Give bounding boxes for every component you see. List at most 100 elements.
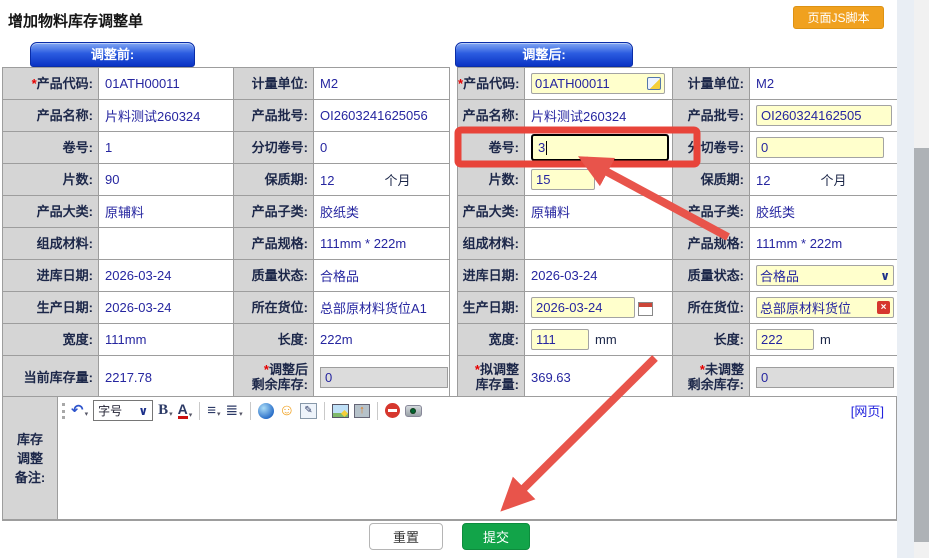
split-roll-no-input[interactable] xyxy=(756,137,884,158)
before-unit-label: 计量单位: xyxy=(234,68,314,100)
chevron-down-icon: ∨ xyxy=(880,269,890,283)
before-shelf-life-label: 保质期: xyxy=(234,164,314,196)
after-length-cell: m xyxy=(750,324,898,356)
after-adjust-qty-value: 369.63 xyxy=(525,356,673,399)
batch-no-input[interactable] xyxy=(756,105,892,126)
before-location-value: 总部原材料货位A1 xyxy=(314,292,450,324)
quality-status-select[interactable]: 合格品∨ xyxy=(756,265,894,286)
after-roll-no-label: 卷号: xyxy=(458,132,525,164)
before-quality-label: 质量状态: xyxy=(234,260,314,292)
block-remote-image-icon[interactable] xyxy=(385,403,400,418)
after-unit-label: 计量单位: xyxy=(673,68,750,100)
before-product-name-label: 产品名称: xyxy=(3,100,99,132)
before-inbound-date-value: 2026-03-24 xyxy=(99,260,234,292)
after-category-label: 产品大类: xyxy=(458,196,525,228)
before-prod-date-label: 生产日期: xyxy=(3,292,99,324)
web-page-link[interactable]: [网页] xyxy=(851,401,884,420)
remark-text-area[interactable] xyxy=(58,424,896,519)
after-pieces-cell xyxy=(525,164,673,196)
before-batch-no-label: 产品批号: xyxy=(234,100,314,132)
after-unadjusted-cell xyxy=(750,356,898,399)
tab-after-adjustment: 调整后: xyxy=(455,42,633,67)
after-product-name-label: 产品名称: xyxy=(458,100,525,132)
after-split-roll-cell xyxy=(750,132,898,164)
before-roll-no-value: 1 xyxy=(99,132,234,164)
footer-bar: 重置 提交 xyxy=(2,520,897,552)
before-length-label: 长度: xyxy=(234,324,314,356)
location-clear-icon[interactable]: × xyxy=(877,301,890,314)
calendar-icon[interactable] xyxy=(638,302,653,316)
insert-image-icon[interactable] xyxy=(332,404,349,418)
pieces-input[interactable] xyxy=(531,169,595,190)
before-current-stock-value: 2217.78 xyxy=(99,356,234,399)
submit-button[interactable]: 提交 xyxy=(462,523,530,550)
before-shelf-life-value: 12个月 xyxy=(314,164,450,196)
before-category-value: 原辅料 xyxy=(99,196,234,228)
after-location-label: 所在货位: xyxy=(673,292,750,324)
product-code-picker-icon[interactable] xyxy=(647,77,661,90)
after-quality-cell: 合格品∨ xyxy=(750,260,898,292)
before-spec-label: 产品规格: xyxy=(234,228,314,260)
before-category-label: 产品大类: xyxy=(3,196,99,228)
caret-down-icon: ▾ xyxy=(85,411,89,418)
after-shelf-life-label: 保质期: xyxy=(673,164,750,196)
before-unit-value: M2 xyxy=(314,68,450,100)
toolbar-grip-handle[interactable] xyxy=(62,403,65,419)
after-prod-date-cell xyxy=(525,292,673,324)
preview-eye-icon[interactable] xyxy=(405,405,422,417)
after-batch-no-cell xyxy=(750,100,898,132)
after-pieces-label: 片数: xyxy=(458,164,525,196)
remark-label: 库存 调整 备注: xyxy=(3,397,58,519)
emoticon-icon[interactable]: ☺ xyxy=(279,403,295,419)
before-spec-value: 111mm * 222m xyxy=(314,228,450,260)
before-sub-category-value: 胶纸类 xyxy=(314,196,450,228)
inventory-adjustment-page: 增加物料库存调整单 页面JS脚本 调整前: 调整后: *产品代码: 01ATH0… xyxy=(0,0,929,558)
before-sub-category-label: 产品子类: xyxy=(234,196,314,228)
before-length-value: 222m xyxy=(314,324,450,356)
after-unadjusted-label: *未调整剩余库存: xyxy=(673,356,750,399)
after-sub-category-label: 产品子类: xyxy=(673,196,750,228)
ordered-list-icon[interactable]: ≣▾ xyxy=(226,403,243,418)
before-roll-no-label: 卷号: xyxy=(3,132,99,164)
length-input[interactable] xyxy=(756,329,814,350)
save-html-icon[interactable]: ↑ xyxy=(354,404,370,418)
bold-icon[interactable]: B▾ xyxy=(158,403,173,418)
location-input[interactable]: 总部原材料货位× xyxy=(756,297,894,318)
width-input[interactable] xyxy=(531,329,589,350)
width-unit: mm xyxy=(595,332,617,347)
before-width-value: 111mm xyxy=(99,324,234,356)
before-batch-no-value: OI2603241625056 xyxy=(314,100,450,132)
after-location-cell: 总部原材料货位× xyxy=(750,292,898,324)
text-cursor xyxy=(546,141,547,155)
scrollbar-thumb[interactable] xyxy=(914,148,929,542)
caret-down-icon: ▾ xyxy=(217,411,221,418)
align-icon[interactable]: ≡▾ xyxy=(207,403,220,418)
shelf-life-unit: 个月 xyxy=(820,173,846,188)
production-date-input[interactable] xyxy=(531,297,635,318)
reset-button[interactable]: 重置 xyxy=(369,523,443,550)
before-prod-date-value: 2026-03-24 xyxy=(99,292,234,324)
editor-toolbar: ↶▾ 字号∨ B▾ A▾ ≡▾ ≣▾ ☺ ✎ ↑ [网页] xyxy=(58,397,896,424)
before-width-label: 宽度: xyxy=(3,324,99,356)
before-materials-value xyxy=(99,228,234,260)
roll-no-input-focused[interactable]: 3 xyxy=(531,134,669,161)
after-width-cell: mm xyxy=(525,324,673,356)
caret-down-icon: ▾ xyxy=(169,411,173,418)
font-color-icon[interactable]: A▾ xyxy=(178,402,193,419)
after-product-code-cell: 01ATH00011 xyxy=(525,68,673,100)
toolbar-separator xyxy=(250,402,251,420)
page-title: 增加物料库存调整单 xyxy=(8,10,143,31)
shelf-life-unit: 个月 xyxy=(384,173,410,188)
after-materials-label: 组成材料: xyxy=(458,228,525,260)
after-roll-no-cell: 3 xyxy=(525,132,673,164)
remark-row: 库存 调整 备注: ↶▾ 字号∨ B▾ A▾ ≡▾ ≣▾ ☺ ✎ ↑ xyxy=(2,396,897,520)
product-code-input[interactable]: 01ATH00011 xyxy=(531,73,665,94)
page-js-script-button[interactable]: 页面JS脚本 xyxy=(793,6,884,29)
undo-icon[interactable]: ↶▾ xyxy=(71,403,88,418)
font-size-select[interactable]: 字号∨ xyxy=(93,400,153,421)
edit-form-icon[interactable]: ✎ xyxy=(300,403,317,419)
before-product-code-value: 01ATH00011 xyxy=(99,68,234,100)
hyperlink-globe-icon[interactable] xyxy=(258,403,274,419)
after-adjust-qty-label: *拟调整库存量: xyxy=(458,356,525,399)
toolbar-separator xyxy=(377,402,378,420)
